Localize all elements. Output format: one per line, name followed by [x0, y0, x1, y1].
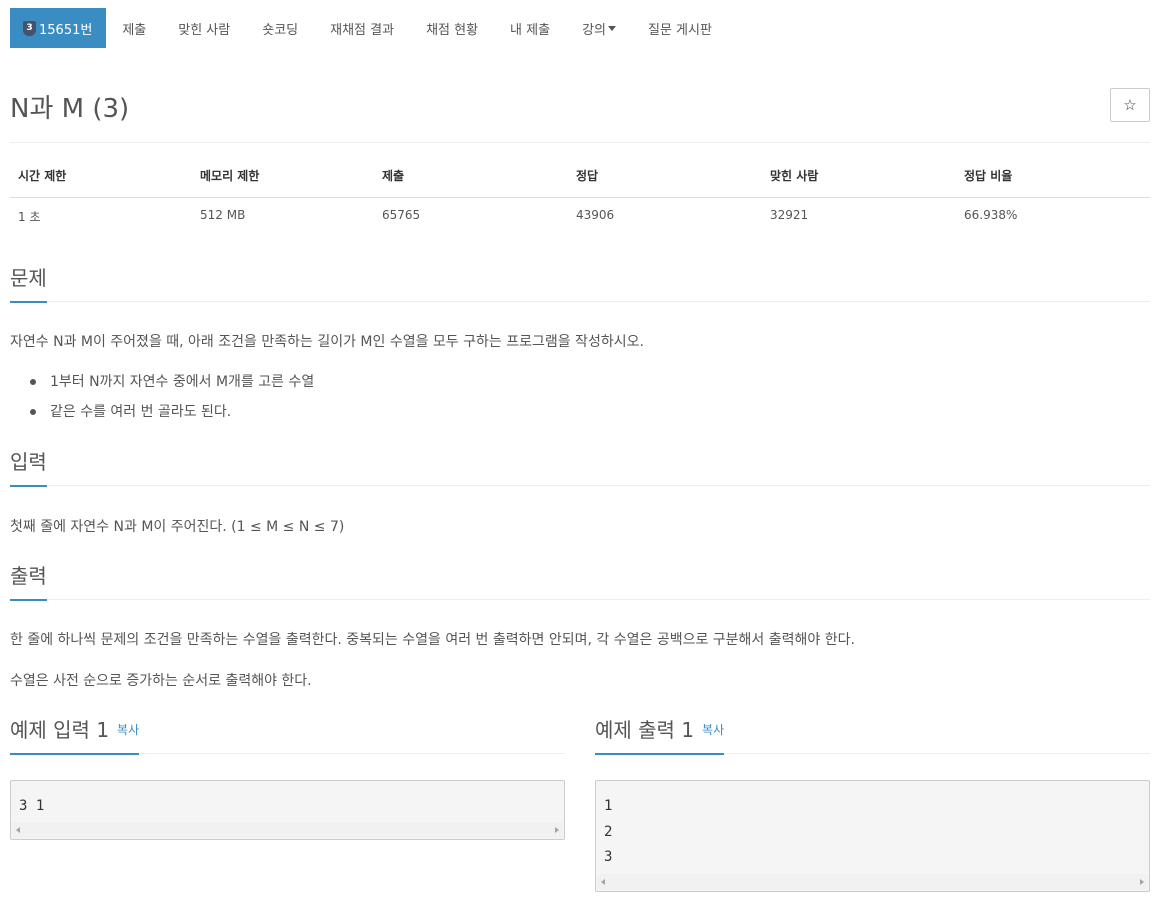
output-heading: 출력 [10, 560, 47, 601]
scroll-right-icon[interactable] [1140, 879, 1144, 885]
problem-title: N과 M (3) [10, 94, 130, 124]
nav-my-submissions[interactable]: 내 제출 [494, 8, 566, 48]
sample-input-title: 예제 입력 1 [10, 718, 110, 742]
header-submissions: 제출 [374, 163, 568, 198]
info-value-row: 1 초 512 MB 65765 43906 32921 66.938% [10, 197, 1150, 231]
horizontal-scrollbar[interactable] [12, 822, 563, 838]
problem-info-table: 시간 제한 메모리 제한 제출 정답 맞힌 사람 정답 비율 1 초 512 M… [10, 163, 1150, 231]
sample-output-box[interactable]: 1 2 3 [595, 780, 1150, 892]
sample-input-box[interactable]: 3 1 [10, 780, 565, 840]
problem-section-header: 문제 [10, 262, 1150, 303]
star-icon: ☆ [1123, 97, 1137, 114]
nav-solved-users[interactable]: 맞힌 사람 [162, 8, 246, 48]
sample-input-header: 예제 입력 1 복사 [10, 714, 565, 755]
title-divider [10, 142, 1150, 143]
sample-output-header: 예제 출력 1 복사 [595, 714, 1150, 755]
sample-input-text: 3 1 [19, 798, 45, 814]
copy-sample-input-link[interactable]: 복사 [117, 721, 139, 738]
condition-item: 1부터 N까지 자연수 중에서 M개를 고른 수열 [30, 372, 314, 402]
problem-conditions-list: 1부터 N까지 자연수 중에서 M개를 고른 수열 같은 수를 여러 번 골라도… [30, 372, 314, 432]
output-description: 한 줄에 하나씩 문제의 조건을 만족하는 수열을 출력한다. 중복되는 수열을… [10, 632, 855, 648]
nav-judge-status[interactable]: 채점 현황 [410, 8, 494, 48]
header-accept-ratio: 정답 비율 [956, 163, 1150, 198]
header-solved-users: 맞힌 사람 [762, 163, 956, 198]
condition-item: 같은 수를 여러 번 골라도 된다. [30, 402, 314, 432]
output-order-note: 수열은 사전 순으로 증가하는 순서로 출력해야 한다. [10, 673, 312, 689]
value-solved-users: 32921 [770, 207, 809, 222]
header-accepted: 정답 [568, 163, 762, 198]
output-section-header: 출력 [10, 560, 1150, 601]
input-section-header: 입력 [10, 446, 1150, 487]
sample-output-heading: 예제 출력 1 복사 [595, 714, 725, 755]
problem-menu: 3 15651번 제출 맞힌 사람 숏코딩 재채점 결과 채점 현황 내 제출 … [10, 8, 728, 48]
tier-badge-icon: 3 [23, 20, 36, 36]
nav-problem-number[interactable]: 3 15651번 [10, 8, 107, 48]
nav-short-coding[interactable]: 숏코딩 [246, 8, 314, 48]
sample-output-text: 1 2 3 [604, 798, 613, 865]
favorite-star-button[interactable]: ☆ [1110, 88, 1150, 122]
header-time-limit: 시간 제한 [10, 163, 192, 198]
nav-rejudge-results[interactable]: 재채점 결과 [314, 8, 410, 48]
sample-input-heading: 예제 입력 1 복사 [10, 714, 140, 755]
sample-output-title: 예제 출력 1 [595, 718, 695, 742]
input-heading: 입력 [10, 446, 47, 487]
nav-lectures-label: 강의 [582, 22, 606, 38]
nav-qna-board[interactable]: 질문 게시판 [632, 8, 728, 48]
header-memory-limit: 메모리 제한 [192, 163, 374, 198]
value-accepted: 43906 [576, 207, 615, 222]
copy-sample-output-link[interactable]: 복사 [702, 721, 724, 738]
scroll-left-icon[interactable] [16, 827, 20, 833]
problem-number-label: 15651번 [39, 22, 93, 38]
value-accept-ratio: 66.938% [964, 207, 1018, 222]
problem-description: 자연수 N과 M이 주어졌을 때, 아래 조건을 만족하는 길이가 M인 수열을… [10, 334, 644, 350]
problem-heading: 문제 [10, 262, 47, 303]
nav-lectures-dropdown[interactable]: 강의 [566, 8, 632, 48]
scroll-left-icon[interactable] [601, 879, 605, 885]
scroll-right-icon[interactable] [555, 827, 559, 833]
value-submissions: 65765 [382, 207, 421, 222]
info-header-row: 시간 제한 메모리 제한 제출 정답 맞힌 사람 정답 비율 [10, 163, 1150, 198]
nav-submit[interactable]: 제출 [106, 8, 162, 48]
value-time-limit: 1 초 [18, 209, 41, 224]
value-memory-limit: 512 MB [200, 207, 246, 222]
input-description: 첫째 줄에 자연수 N과 M이 주어진다. (1 ≤ M ≤ N ≤ 7) [10, 519, 345, 535]
caret-down-icon [607, 26, 616, 31]
horizontal-scrollbar[interactable] [597, 874, 1148, 890]
